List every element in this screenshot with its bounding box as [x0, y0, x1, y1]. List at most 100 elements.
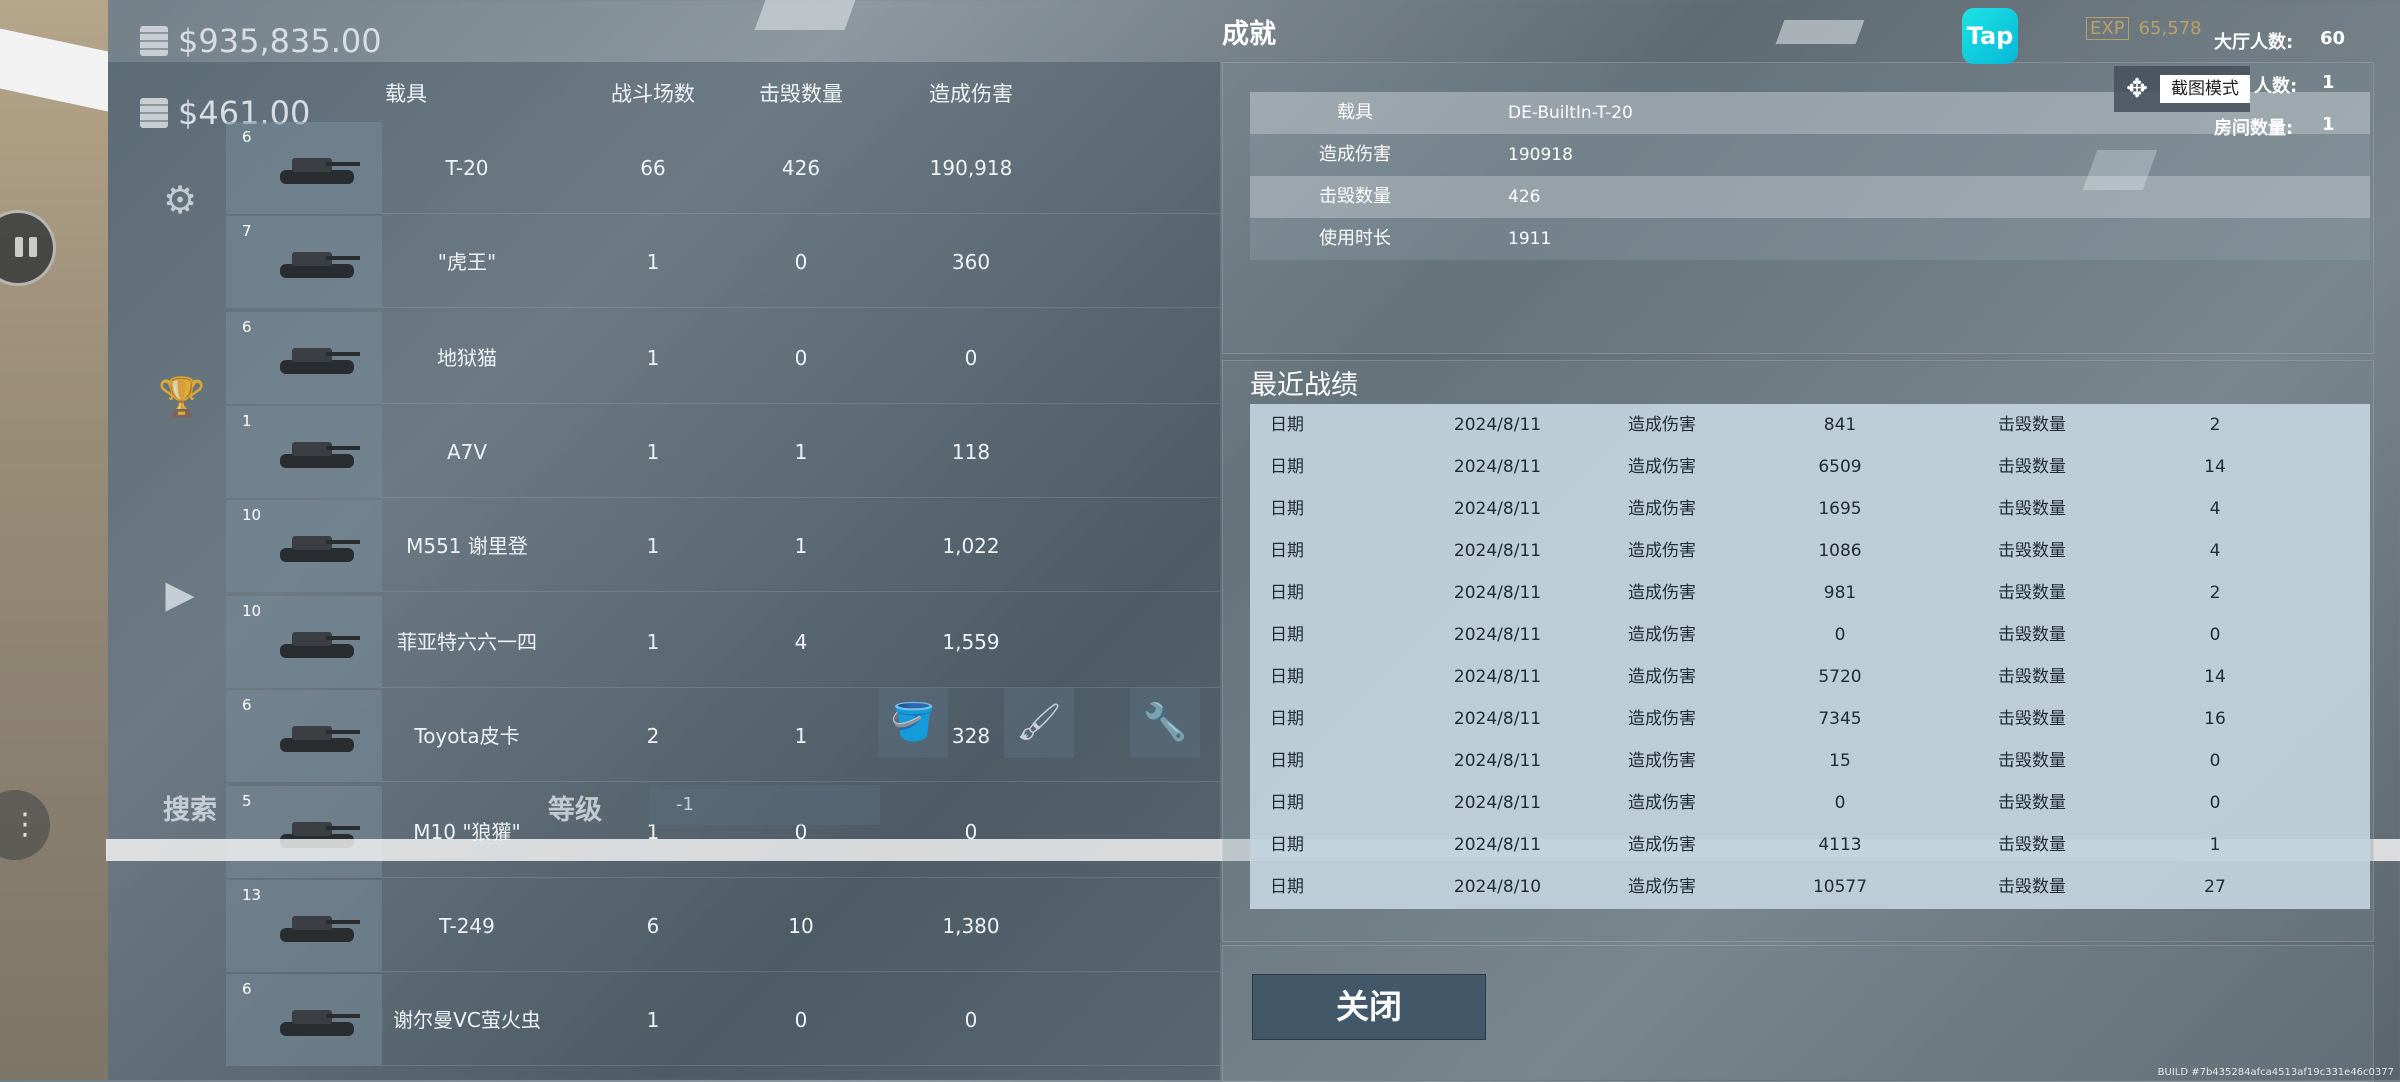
vehicle-kills: 1	[794, 534, 808, 558]
vehicle-battles: 66	[640, 156, 666, 180]
battle-kills: 0	[2209, 751, 2221, 771]
vehicle-thumbnail: 7	[226, 216, 382, 308]
row-divider	[382, 497, 1220, 498]
battle-kills: 2	[2209, 415, 2221, 435]
screenshot-mode-button[interactable]: ✥ 截图模式	[2114, 66, 2250, 112]
vehicle-thumbnail: 6	[226, 690, 382, 782]
rooms-count-label: 房间数量:	[2214, 118, 2294, 139]
date-label: 日期	[1270, 415, 1304, 435]
wrench-icon[interactable]: 🔧	[1130, 688, 1200, 758]
tank-icon	[280, 252, 360, 278]
vehicle-thumbnail: 10	[226, 500, 382, 592]
video-icon[interactable]: ▶	[158, 572, 202, 616]
vehicle-name: M551 谢里登	[406, 534, 528, 558]
vehicle-name: T-249	[439, 914, 495, 938]
vehicle-row[interactable]: 10 菲亚特六六一四 1 4 1,559	[226, 596, 1220, 688]
kills-label: 击毁数量	[1998, 625, 2066, 645]
battle-date: 2024/8/11	[1453, 499, 1542, 519]
screenshot-mode-label: 截图模式	[2160, 75, 2250, 103]
battle-damage: 841	[1823, 415, 1857, 435]
gear-icon[interactable]: ⚙	[158, 178, 202, 222]
recent-battle-row: 日期 2024/8/11 造成伤害 5720 击毁数量 14	[1250, 656, 2370, 698]
vehicle-name: M10 "狼獾"	[413, 820, 521, 844]
damage-label: 造成伤害	[1628, 751, 1696, 771]
tank-icon	[280, 442, 360, 468]
build-id: BUILD #7b435284afca4513af19c331e46c0377	[2157, 1067, 2394, 1078]
battle-kills: 2	[2209, 583, 2221, 603]
vehicle-row[interactable]: 10 M551 谢里登 1 1 1,022	[226, 500, 1220, 592]
battle-damage: 5720	[1818, 667, 1862, 687]
battle-date: 2024/8/11	[1453, 541, 1542, 561]
damage-label: 造成伤害	[1628, 667, 1696, 687]
date-label: 日期	[1270, 457, 1304, 477]
battle-kills: 14	[2204, 667, 2226, 687]
vehicle-row[interactable]: 6 T-20 66 426 190,918	[226, 122, 1220, 214]
brush-icon[interactable]: 🖌	[1004, 688, 1074, 758]
vehicle-kills: 10	[788, 914, 814, 938]
date-label: 日期	[1270, 541, 1304, 561]
damage-label: 造成伤害	[1628, 709, 1696, 729]
vehicle-row[interactable]: 6 谢尔曼VC萤火虫 1 0 0	[226, 974, 1220, 1066]
vehicle-battles: 1	[646, 250, 660, 274]
row-divider	[382, 1065, 1220, 1066]
battle-damage: 1086	[1818, 541, 1862, 561]
page-title: 成就	[1222, 19, 1276, 50]
vehicle-name: Toyota皮卡	[414, 724, 520, 748]
recent-battle-row: 日期 2024/8/10 造成伤害 10577 击毁数量 27	[1250, 866, 2370, 908]
rooms-count-value: 1	[2322, 114, 2335, 135]
vehicle-tier: 5	[242, 792, 252, 810]
move-icon: ✥	[2126, 74, 2148, 104]
battle-damage: 0	[1834, 625, 1846, 645]
column-header-battles: 战斗场数	[611, 82, 695, 106]
vehicle-row[interactable]: 6 地狱猫 1 0 0	[226, 312, 1220, 404]
recent-battle-row: 日期 2024/8/11 造成伤害 0 击毁数量 0	[1250, 782, 2370, 824]
vehicle-row[interactable]: 1 A7V 1 1 118	[226, 406, 1220, 498]
column-header-damage: 造成伤害	[929, 82, 1013, 106]
vehicle-damage: 1,559	[942, 630, 1000, 654]
search-label: 搜索	[163, 795, 217, 826]
vehicle-thumbnail: 6	[226, 974, 382, 1066]
vehicle-kills: 4	[794, 630, 808, 654]
vehicle-name: 菲亚特六六一四	[397, 630, 537, 654]
kills-label: 击毁数量	[1998, 541, 2066, 561]
tank-icon	[280, 726, 360, 752]
detail-row: 造成伤害 190918	[1250, 134, 2370, 176]
tap-button[interactable]: Tap	[1962, 8, 2018, 64]
detail-row: 击毁数量 426	[1250, 176, 2370, 218]
battle-date: 2024/8/11	[1453, 793, 1542, 813]
recent-battle-row: 日期 2024/8/11 造成伤害 6509 击毁数量 14	[1250, 446, 2370, 488]
vehicle-damage: 0	[964, 820, 978, 844]
kills-label: 击毁数量	[1998, 709, 2066, 729]
vehicle-tier: 6	[242, 128, 252, 146]
vehicle-name: T-20	[445, 156, 489, 180]
players-count-value: 1	[2322, 72, 2335, 93]
vehicle-tier: 10	[242, 506, 262, 524]
close-button[interactable]: 关闭	[1252, 974, 1486, 1040]
battle-damage: 981	[1823, 583, 1857, 603]
tank-icon	[280, 916, 360, 942]
row-divider	[382, 971, 1220, 972]
exp-display: EXP 65,578	[2086, 17, 2202, 40]
level-input[interactable]: -1	[650, 785, 880, 825]
vehicle-battles: 1	[646, 534, 660, 558]
kills-label: 击毁数量	[1998, 835, 2066, 855]
vehicle-thumbnail: 5	[226, 786, 382, 878]
vehicle-battles: 1	[646, 630, 660, 654]
battle-date: 2024/8/11	[1453, 667, 1542, 687]
vehicle-name: 地狱猫	[437, 346, 497, 370]
vehicle-row[interactable]: 13 T-249 6 10 1,380	[226, 880, 1220, 972]
trophy-icon[interactable]: 🏆	[158, 375, 205, 419]
tank-icon	[280, 632, 360, 658]
vehicle-thumbnail: 1	[226, 406, 382, 498]
detail-value: 190918	[1508, 145, 1573, 165]
vehicle-thumbnail: 6	[226, 312, 382, 404]
vehicle-damage: 0	[964, 346, 978, 370]
damage-label: 造成伤害	[1628, 415, 1696, 435]
players-count-label: 人数:	[2254, 76, 2298, 97]
paint-bucket-icon[interactable]: 🪣	[878, 688, 948, 758]
date-label: 日期	[1270, 835, 1304, 855]
battle-damage: 10577	[1812, 877, 1868, 897]
vehicle-row[interactable]: 7 "虎王" 1 0 360	[226, 216, 1220, 308]
battle-damage: 15	[1829, 751, 1851, 771]
row-divider	[382, 687, 1220, 688]
